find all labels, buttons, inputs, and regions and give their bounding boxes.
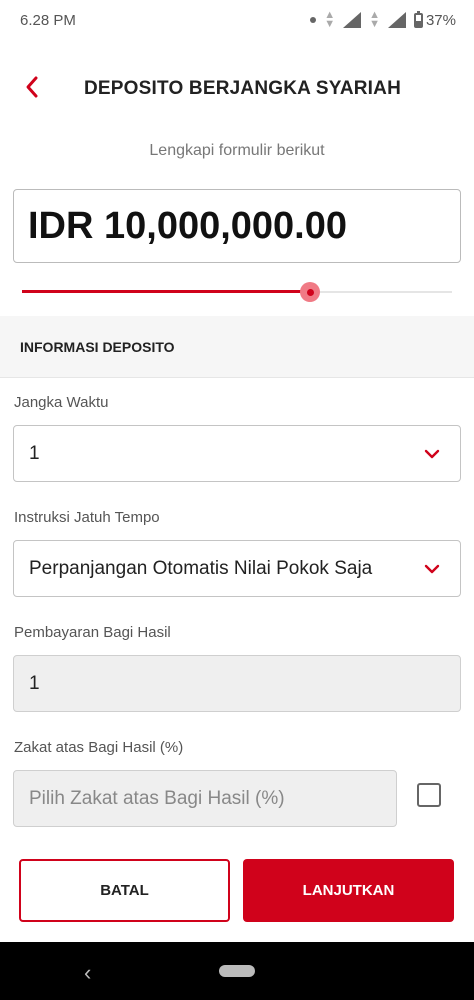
cancel-button[interactable]: BATAL	[19, 859, 230, 922]
jangka-waktu-value: 1	[29, 442, 40, 464]
jangka-waktu-select[interactable]: 1	[13, 425, 461, 482]
section-header-informasi-deposito: INFORMASI DEPOSITO	[0, 316, 474, 378]
pembayaran-field: 1	[13, 655, 461, 712]
form-subtitle: Lengkapi formulir berikut	[149, 142, 325, 159]
status-time: 6.28 PM	[20, 11, 76, 29]
zakat-checkbox[interactable]	[417, 783, 441, 807]
back-button[interactable]	[22, 74, 52, 104]
chevron-down-icon	[424, 449, 440, 459]
nav-home-icon[interactable]	[219, 965, 255, 977]
battery-icon	[413, 10, 423, 28]
signal-icon	[343, 12, 362, 28]
battery-level: 37%	[425, 11, 456, 29]
amount-input[interactable]: IDR 10,000,000.00	[13, 189, 461, 263]
app-header: DEPOSITO BERJANGKA SYARIAH	[0, 70, 474, 110]
instruksi-select[interactable]: Perpanjangan Otomatis Nilai Pokok Saja	[13, 540, 461, 597]
slider-thumb[interactable]	[300, 282, 321, 302]
battery-indicator: 37%	[413, 10, 456, 29]
chevron-left-icon	[26, 76, 38, 98]
pembayaran-value: 1	[29, 672, 40, 694]
next-button[interactable]: LANJUTKAN	[243, 859, 454, 922]
status-icons: ▲ ▼ ▲ ▼ 37%	[310, 9, 456, 30]
data-arrows-icon: ▲ ▼	[324, 9, 336, 30]
zakat-placeholder: Pilih Zakat atas Bagi Hasil (%)	[29, 787, 285, 809]
slider-fill	[22, 290, 311, 293]
instruksi-label: Instruksi Jatuh Tempo	[14, 509, 160, 526]
pembayaran-label: Pembayaran Bagi Hasil	[14, 624, 171, 641]
signal-icon-2	[387, 12, 406, 28]
chevron-down-icon-2	[424, 564, 440, 574]
status-bar: 6.28 PM ▲ ▼ ▲ ▼ 37%	[0, 0, 474, 40]
data-arrows-icon-2: ▲ ▼	[369, 9, 380, 30]
amount-slider[interactable]	[22, 280, 452, 304]
zakat-label: Zakat atas Bagi Hasil (%)	[14, 739, 184, 756]
instruksi-value: Perpanjangan Otomatis Nilai Pokok Saja	[29, 557, 373, 579]
page-title: DEPOSITO BERJANGKA SYARIAH	[84, 78, 402, 99]
jangka-waktu-label: Jangka Waktu	[14, 394, 109, 411]
nav-back-icon[interactable]: ‹	[84, 960, 91, 986]
notification-dot-icon	[310, 17, 317, 23]
system-nav-bar: ‹	[0, 942, 474, 1000]
zakat-field[interactable]: Pilih Zakat atas Bagi Hasil (%)	[13, 770, 397, 827]
